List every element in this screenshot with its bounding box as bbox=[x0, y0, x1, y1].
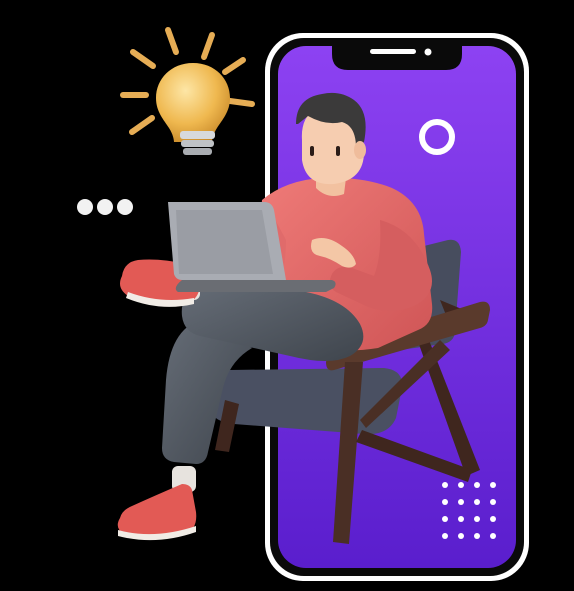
speaker-grille bbox=[370, 49, 416, 54]
illustration-svg bbox=[77, 27, 529, 581]
typing-dots-icon bbox=[77, 199, 133, 215]
lightbulb-icon bbox=[120, 27, 255, 155]
illustration-stage bbox=[0, 0, 574, 591]
camera-dot bbox=[424, 48, 432, 56]
